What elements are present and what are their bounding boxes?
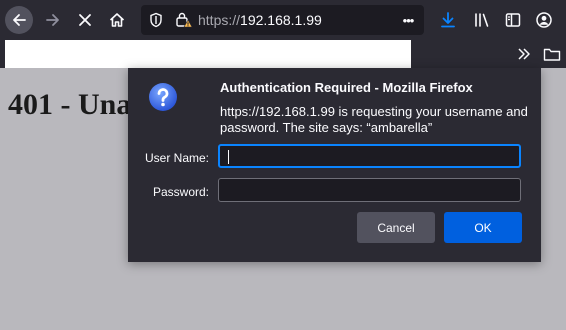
forward-arrow-icon <box>46 14 59 26</box>
username-label: User Name: <box>144 151 209 165</box>
overflow-chevron-icon[interactable] <box>514 44 534 64</box>
url-text[interactable]: https://192.168.1.99 <box>198 12 322 28</box>
text-caret <box>228 150 229 164</box>
ok-button[interactable]: OK <box>444 212 522 243</box>
stop-icon <box>79 14 91 26</box>
url-bar[interactable]: https://192.168.1.99 ••• <box>141 5 424 35</box>
library-icon[interactable] <box>472 10 492 30</box>
browser-toolbar: https://192.168.1.99 ••• <box>0 0 566 40</box>
download-icon[interactable] <box>438 10 458 30</box>
forward-button[interactable] <box>39 6 67 34</box>
dialog-title: Authentication Required - Mozilla Firefo… <box>220 80 473 95</box>
back-arrow-icon <box>13 14 26 26</box>
password-field[interactable] <box>218 178 521 202</box>
back-button[interactable] <box>5 6 33 34</box>
insecure-lock-icon[interactable] <box>175 11 193 29</box>
folder-icon[interactable] <box>542 44 562 64</box>
account-icon[interactable] <box>534 10 554 30</box>
bookmarks-strip <box>5 40 411 68</box>
home-button[interactable] <box>103 6 131 34</box>
url-scheme: https:// <box>198 12 241 28</box>
bookmarks-toolbar <box>0 40 566 68</box>
sidebar-icon[interactable] <box>503 10 523 30</box>
page-actions-button[interactable]: ••• <box>397 9 419 31</box>
url-host: 192.168.1.99 <box>240 12 322 28</box>
home-icon <box>109 13 125 27</box>
cancel-button[interactable]: Cancel <box>357 212 435 243</box>
auth-dialog: Authentication Required - Mozilla Firefo… <box>128 68 541 262</box>
shield-icon[interactable] <box>148 12 164 28</box>
dialog-message: https://192.168.1.99 is requesting your … <box>220 104 528 135</box>
password-label: Password: <box>152 185 209 199</box>
stop-button[interactable] <box>71 6 99 34</box>
page-heading: 401 - Una <box>8 88 132 121</box>
question-icon <box>148 82 178 112</box>
username-field[interactable] <box>218 144 521 168</box>
